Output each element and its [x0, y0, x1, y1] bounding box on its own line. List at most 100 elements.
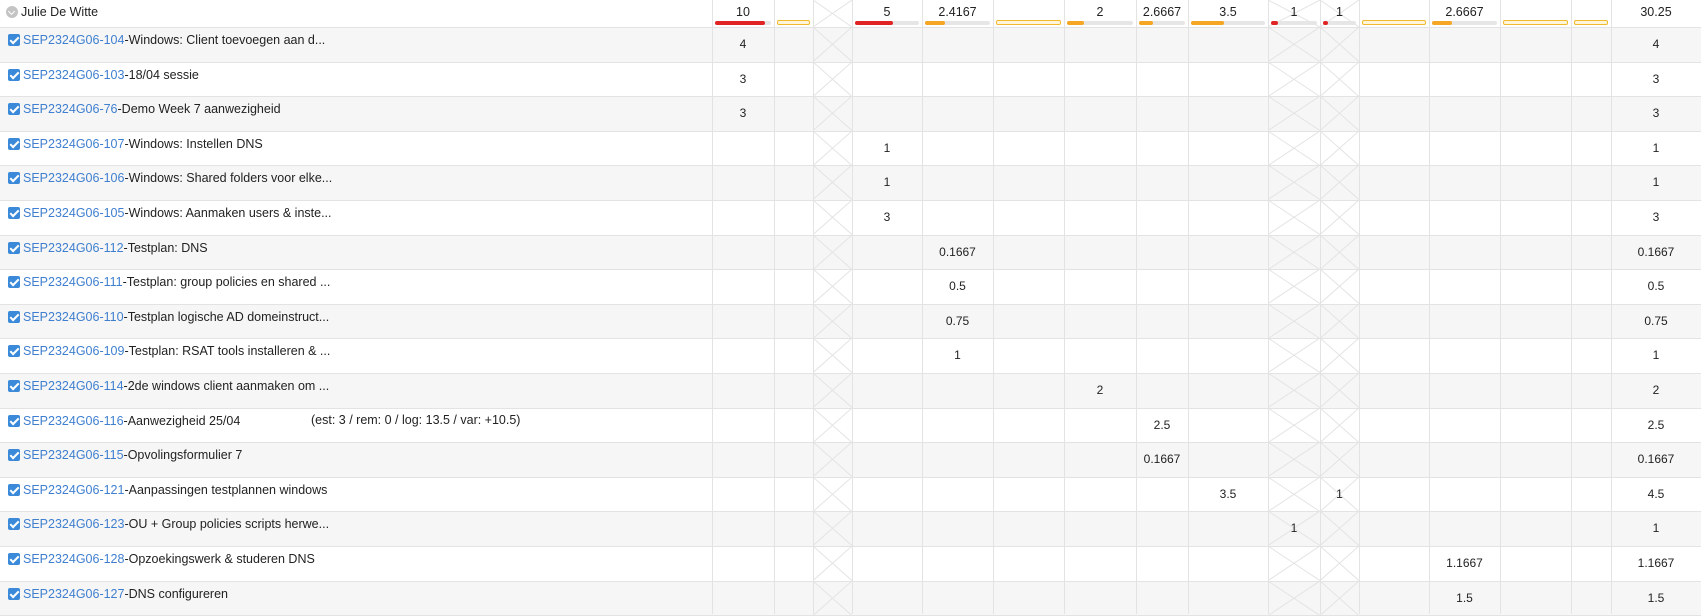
- logged-hours-cell[interactable]: 0.75: [922, 314, 993, 328]
- non-working-day-cell: [813, 338, 852, 373]
- logged-hours-cell[interactable]: 3: [852, 210, 922, 224]
- checkbox-checked-icon[interactable]: [8, 276, 20, 289]
- issue-row-label[interactable]: SEP2324G06-121 -Aanpassingen testplannen…: [8, 481, 327, 499]
- column-separator: [1500, 0, 1501, 614]
- non-working-day-cell: [813, 407, 852, 443]
- issue-row-label[interactable]: SEP2324G06-103 -18/04 sessie: [8, 66, 199, 84]
- logged-hours-cell[interactable]: 1: [1320, 487, 1359, 501]
- column-separator: [712, 0, 713, 614]
- day-total: 2.6667: [1142, 5, 1182, 19]
- row-total: 0.1667: [1637, 244, 1675, 259]
- issue-row-label[interactable]: SEP2324G06-109 -Testplan: RSAT tools ins…: [8, 342, 330, 360]
- issue-key-link[interactable]: SEP2324G06-107: [23, 137, 124, 151]
- checkbox-checked-icon[interactable]: [8, 68, 20, 81]
- capacity-bar-fill: [925, 21, 945, 25]
- logged-hours-cell[interactable]: 1: [852, 175, 922, 189]
- logged-hours-cell[interactable]: 1: [852, 141, 922, 155]
- issue-key-link[interactable]: SEP2324G06-116: [23, 414, 124, 428]
- issue-row-label[interactable]: SEP2324G06-110 -Testplan logische AD dom…: [8, 308, 329, 326]
- row-total: 1: [1652, 348, 1660, 363]
- day-total: 1: [1290, 5, 1298, 19]
- issue-row-label[interactable]: SEP2324G06-116 -Aanwezigheid 25/04: [8, 412, 240, 430]
- logged-hours-cell[interactable]: 3: [712, 106, 774, 120]
- issue-key-link[interactable]: SEP2324G06-76: [23, 102, 118, 116]
- logged-hours-cell[interactable]: 4: [712, 37, 774, 51]
- collapse-chevron-icon[interactable]: [6, 6, 18, 18]
- non-working-day-cell: [1320, 580, 1359, 616]
- issue-summary: -Windows: Client toevoegen aan d...: [124, 33, 326, 47]
- checkbox-checked-icon[interactable]: [8, 207, 20, 219]
- logged-hours-cell[interactable]: 2.5: [1136, 418, 1188, 432]
- user-header[interactable]: Julie De Witte: [6, 4, 98, 20]
- issue-key-link[interactable]: SEP2324G06-123: [23, 517, 124, 531]
- issue-key-link[interactable]: SEP2324G06-103: [23, 68, 124, 82]
- capacity-bar-empty: [1503, 20, 1568, 25]
- checkbox-checked-icon[interactable]: [8, 449, 20, 462]
- issue-key-link[interactable]: SEP2324G06-106: [23, 171, 124, 185]
- non-working-day-cell: [1268, 96, 1320, 131]
- issue-row-label[interactable]: SEP2324G06-128 -Opzoekingswerk & studere…: [8, 550, 315, 568]
- checkbox-checked-icon[interactable]: [8, 34, 20, 46]
- checkbox-checked-icon[interactable]: [8, 241, 20, 254]
- checkbox-checked-icon[interactable]: [8, 103, 20, 116]
- issue-row-label[interactable]: SEP2324G06-104 -Windows: Client toevoege…: [8, 31, 325, 49]
- logged-hours-cell[interactable]: 1: [922, 348, 993, 362]
- issue-row-label[interactable]: SEP2324G06-123 -OU + Group policies scri…: [8, 515, 329, 533]
- issue-key-link[interactable]: SEP2324G06-112: [23, 241, 124, 255]
- capacity-bar: [1323, 21, 1356, 25]
- issue-row-label[interactable]: SEP2324G06-106 -Windows: Shared folders …: [8, 169, 332, 187]
- issue-row-label[interactable]: SEP2324G06-115 -Opvolingsformulier 7: [8, 446, 242, 464]
- row-separator: [0, 130, 1701, 132]
- capacity-bar-empty: [996, 20, 1061, 25]
- issue-key-link[interactable]: SEP2324G06-128: [23, 552, 124, 566]
- checkbox-checked-icon[interactable]: [8, 345, 20, 358]
- issue-key-link[interactable]: SEP2324G06-110: [23, 310, 124, 324]
- logged-hours-cell[interactable]: 0.1667: [922, 245, 993, 259]
- checkbox-checked-icon[interactable]: [8, 414, 20, 427]
- row-separator: [0, 373, 1701, 374]
- non-working-day-cell: [1268, 200, 1320, 235]
- non-working-day-cell: [813, 61, 852, 97]
- issue-row-label[interactable]: SEP2324G06-127 -DNS configureren: [8, 585, 228, 603]
- non-working-day-cell: [1268, 27, 1320, 62]
- logged-hours-cell[interactable]: 1.1667: [1429, 556, 1500, 570]
- issue-key-link[interactable]: SEP2324G06-111: [23, 275, 123, 289]
- row-separator: [0, 338, 1701, 340]
- issue-row-label[interactable]: SEP2324G06-114 -2de windows client aanma…: [8, 377, 329, 395]
- issue-key-link[interactable]: SEP2324G06-109: [23, 344, 124, 358]
- logged-hours-cell[interactable]: 0.5: [922, 279, 993, 293]
- checkbox-checked-icon[interactable]: [8, 553, 20, 565]
- issue-key-link[interactable]: SEP2324G06-114: [23, 379, 124, 393]
- row-total: 0.1667: [1637, 452, 1675, 467]
- row-separator: [0, 165, 1701, 167]
- checkbox-checked-icon[interactable]: [8, 518, 20, 531]
- row-total: 3: [1652, 210, 1660, 224]
- checkbox-checked-icon[interactable]: [8, 483, 20, 496]
- issue-key-link[interactable]: SEP2324G06-127: [23, 587, 124, 601]
- issue-row-label[interactable]: SEP2324G06-112 -Testplan: DNS: [8, 239, 208, 257]
- checkbox-checked-icon[interactable]: [8, 137, 20, 150]
- logged-hours-cell[interactable]: 2: [1064, 383, 1136, 397]
- checkbox-checked-icon[interactable]: [8, 587, 20, 600]
- issue-row-label[interactable]: SEP2324G06-107 -Windows: Instellen DNS: [8, 135, 263, 153]
- issue-key-link[interactable]: SEP2324G06-115: [23, 448, 124, 462]
- issue-key-link[interactable]: SEP2324G06-104: [23, 33, 124, 47]
- checkbox-checked-icon[interactable]: [8, 380, 20, 392]
- day-total: 5: [883, 5, 891, 19]
- issue-key-link[interactable]: SEP2324G06-121: [23, 483, 124, 497]
- logged-hours-cell[interactable]: 1.5: [1429, 591, 1500, 605]
- logged-hours-cell[interactable]: 1: [1268, 521, 1320, 535]
- non-working-day-cell: [1320, 373, 1359, 408]
- checkbox-checked-icon[interactable]: [8, 310, 20, 323]
- issue-row-label[interactable]: SEP2324G06-76 -Demo Week 7 aanwezigheid: [8, 100, 281, 118]
- checkbox-checked-icon[interactable]: [8, 172, 20, 185]
- capacity-bar-empty: [1362, 20, 1426, 25]
- issue-summary: -Windows: Shared folders voor elke...: [124, 171, 333, 186]
- logged-hours-cell[interactable]: 3: [712, 72, 774, 86]
- issue-row-label[interactable]: SEP2324G06-111 -Testplan: group policies…: [8, 273, 330, 291]
- logged-hours-cell[interactable]: 0.1667: [1136, 452, 1188, 466]
- logged-hours-cell[interactable]: 3.5: [1188, 487, 1268, 501]
- issue-row-label[interactable]: SEP2324G06-105 -Windows: Aanmaken users …: [8, 204, 332, 222]
- non-working-day-cell: [813, 200, 852, 235]
- issue-key-link[interactable]: SEP2324G06-105: [23, 206, 124, 220]
